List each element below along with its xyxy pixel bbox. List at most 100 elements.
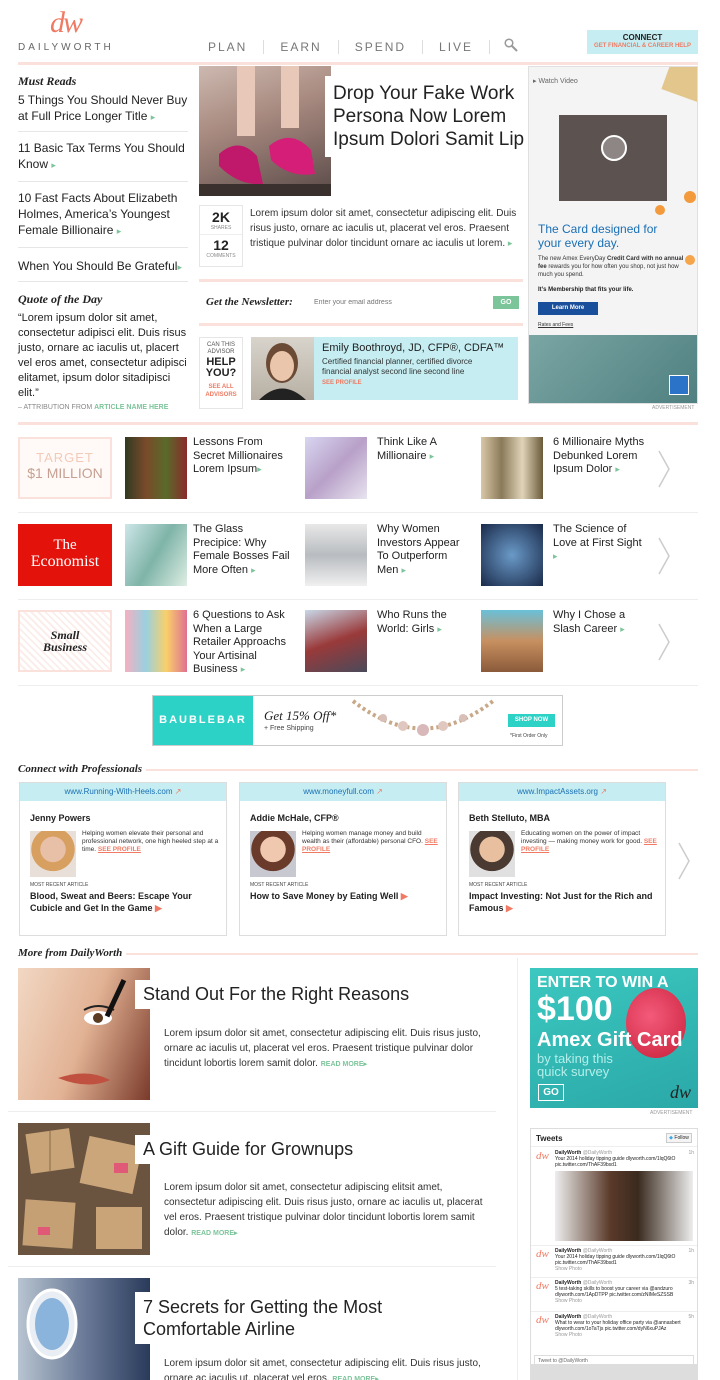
search-icon[interactable] (490, 37, 532, 57)
article-thumb[interactable] (481, 610, 543, 672)
shares-label: SHARES (210, 225, 232, 231)
comments-label: COMMENTS (206, 253, 236, 259)
pro-recent-article[interactable]: Impact Investing: Not Just for the Rich … (469, 890, 665, 914)
partner-article[interactable]: Who Runs the World: Girls ▸ (377, 609, 469, 636)
play-icon: ▸ (533, 78, 537, 85)
article-thumb[interactable] (125, 524, 187, 586)
read-more-link[interactable]: READ MORE▸ (191, 1230, 237, 1237)
newsletter-go-button[interactable]: GO (493, 296, 519, 309)
arrow-right-icon[interactable]: ▸ (508, 238, 513, 248)
more-article-body: Lorem ipsum dolor sit amet, consectetur … (164, 1028, 481, 1069)
partner-article[interactable]: Lessons From Secret Millionaires Lorem I… (193, 436, 285, 477)
more-article-title[interactable]: A Gift Guide for Grownups (135, 1135, 360, 1164)
logo[interactable]: dw DAILYWORTH (18, 6, 128, 54)
pro-card[interactable]: www.ImpactAssets.org ↗ Beth Stelluto, MB… (458, 782, 666, 936)
partner-article[interactable]: The Glass Precipice: Why Female Bosses F… (193, 523, 291, 577)
article-thumb[interactable] (305, 437, 367, 499)
survey-promo-ad[interactable]: ENTER TO WIN A $100 Amex Gift Card by ta… (530, 968, 698, 1108)
nav-plan[interactable]: PLAN (192, 40, 265, 54)
row-divider (18, 512, 698, 513)
advisor-name[interactable]: Emily Boothroyd, JD, CFP®, CDFA™ (322, 342, 518, 354)
professionals-title: Connect with Professionals (18, 763, 147, 775)
promo-line-2: $100 (537, 990, 613, 1028)
partner-article[interactable]: Think Like A Millionaire ▸ (377, 436, 469, 463)
partner-logo-target[interactable]: TARGET $1 MILLION (18, 437, 112, 499)
tweet-photo[interactable] (555, 1171, 693, 1241)
pro-card[interactable]: www.moneyfull.com ↗ Addie McHale, CFP® H… (239, 782, 447, 936)
face-illustration (58, 979, 127, 1085)
learn-more-button[interactable]: Learn More (538, 302, 598, 315)
more-article-title[interactable]: Stand Out For the Right Reasons (135, 980, 416, 1009)
article-thumb[interactable] (125, 610, 187, 672)
list-item[interactable]: 11 Basic Tax Terms You Should Know ▸ (18, 132, 188, 182)
partner-article[interactable]: Why Women Investors Appear To Outperform… (377, 523, 469, 577)
tweet[interactable]: dw DailyWorth @DailyWorth 5 test-taking s… (536, 1280, 694, 1308)
partner-logo-small-business[interactable]: Small Business (18, 610, 112, 672)
pro-card[interactable]: www.Running-With-Heels.com ↗ Jenny Power… (19, 782, 227, 936)
list-item[interactable]: When You Should Be Grateful▸ (18, 248, 188, 282)
partner-logo-economist[interactable]: The Economist (18, 524, 112, 586)
arrow-right-icon: ▸ (615, 464, 620, 474)
article-thumb[interactable] (481, 524, 543, 586)
baublebar-banner[interactable]: BAUBLEBAR Get 15% Off* + Free Shipping S… (152, 695, 563, 746)
pro-site-link[interactable]: www.moneyfull.com ↗ (240, 783, 446, 801)
watch-video-label[interactable]: ▸ Watch Video (533, 77, 578, 85)
pro-profile-link[interactable]: SEE PROFILE (98, 846, 141, 853)
nav-spend[interactable]: SPEND (339, 40, 424, 54)
pro-recent-article[interactable]: Blood, Sweat and Beers: Escape Your Cubi… (30, 890, 226, 914)
pro-recent-label: MOST RECENT ARTICLE (250, 882, 309, 888)
pro-desc: Educating women on the power of impact i… (521, 830, 657, 853)
pro-recent-article[interactable]: How to Save Money by Eating Well ▶ (250, 890, 446, 902)
partner-article[interactable]: 6 Questions to Ask When a Large Retailer… (193, 609, 293, 677)
more-article-image[interactable] (18, 968, 150, 1100)
article-thumb[interactable] (481, 437, 543, 499)
advisor-photo[interactable] (251, 337, 314, 400)
more-article-image[interactable] (18, 1123, 150, 1255)
must-reads-title: Must Reads (18, 74, 77, 88)
twitter-bird-icon: ◆ (669, 1135, 673, 1141)
rates-link[interactable]: Rates and Fees (538, 322, 573, 328)
amex-ad[interactable]: ▸ Watch Video The Card designed for your… (528, 66, 698, 404)
list-item[interactable]: 10 Fast Facts About Elizabeth Holmes, Am… (18, 182, 188, 248)
article-thumb[interactable] (125, 437, 187, 499)
advisor-profile-link[interactable]: SEE PROFILE (322, 380, 518, 386)
necklace-illustration (351, 699, 495, 736)
tweet[interactable]: dw DailyWorth @DailyWorth What to wear to… (536, 1314, 694, 1342)
partner-article[interactable]: The Science of Love at First Sight ▸ (553, 523, 645, 564)
nav-live[interactable]: LIVE (423, 40, 491, 54)
feature-title[interactable]: Drop Your Fake Work Persona Now Lorem Ip… (325, 76, 525, 157)
article-thumb[interactable] (305, 610, 367, 672)
quote-article-link[interactable]: ARTICLE NAME HERE (94, 404, 168, 411)
promo-go-button[interactable]: GO (538, 1084, 564, 1101)
more-article-image[interactable] (18, 1278, 150, 1380)
next-arrow-icon[interactable] (658, 623, 670, 666)
pro-name: Addie McHale, CFP® (250, 813, 339, 823)
next-arrow-icon[interactable] (658, 450, 670, 493)
connect-button[interactable]: CONNECT GET FINANCIAL & CAREER HELP (587, 30, 698, 54)
advisor-side-link[interactable]: SEE ALL ADVISORS (200, 383, 242, 399)
more-article-title[interactable]: 7 Secrets for Getting the Most Comfortab… (135, 1292, 435, 1344)
partner-article[interactable]: Why I Chose a Slash Career ▸ (553, 609, 645, 636)
play-button-icon[interactable] (601, 135, 627, 161)
tweets-follow-button[interactable]: ◆ Follow (666, 1133, 692, 1143)
article-divider (8, 1266, 496, 1267)
feature-image[interactable] (199, 66, 331, 196)
tweet[interactable]: dw DailyWorth @DailyWorth Your 2014 holid… (536, 1248, 694, 1276)
read-more-link[interactable]: READ MORE▸ (321, 1061, 367, 1068)
newsletter-email-input[interactable] (314, 294, 494, 310)
read-more-link[interactable]: READ MORE▸ (332, 1376, 378, 1380)
banner-shop-now-button[interactable]: SHOP NOW (508, 714, 555, 727)
nav-earn[interactable]: EARN (264, 40, 339, 54)
arrow-right-icon: ▸ (116, 226, 122, 236)
newsletter-form: Get the Newsletter: GO (206, 294, 520, 312)
promo-line-4: by taking this quick survey (537, 1051, 613, 1079)
article-thumb[interactable] (305, 524, 367, 586)
advisor-side[interactable]: CAN THIS ADVISOR HELP YOU? SEE ALL ADVIS… (199, 337, 243, 409)
partner-article[interactable]: 6 Millionaire Myths Debunked Lorem Ipsum… (553, 436, 645, 477)
comments-count[interactable]: 12 (200, 234, 242, 253)
next-arrow-icon[interactable] (658, 537, 670, 580)
pro-site-link[interactable]: www.Running-With-Heels.com ↗ (20, 783, 226, 801)
pro-site-link[interactable]: www.ImpactAssets.org ↗ (459, 783, 665, 801)
next-arrow-icon[interactable] (678, 842, 690, 885)
list-item[interactable]: 5 Things You Should Never Buy at Full Pr… (18, 92, 188, 132)
